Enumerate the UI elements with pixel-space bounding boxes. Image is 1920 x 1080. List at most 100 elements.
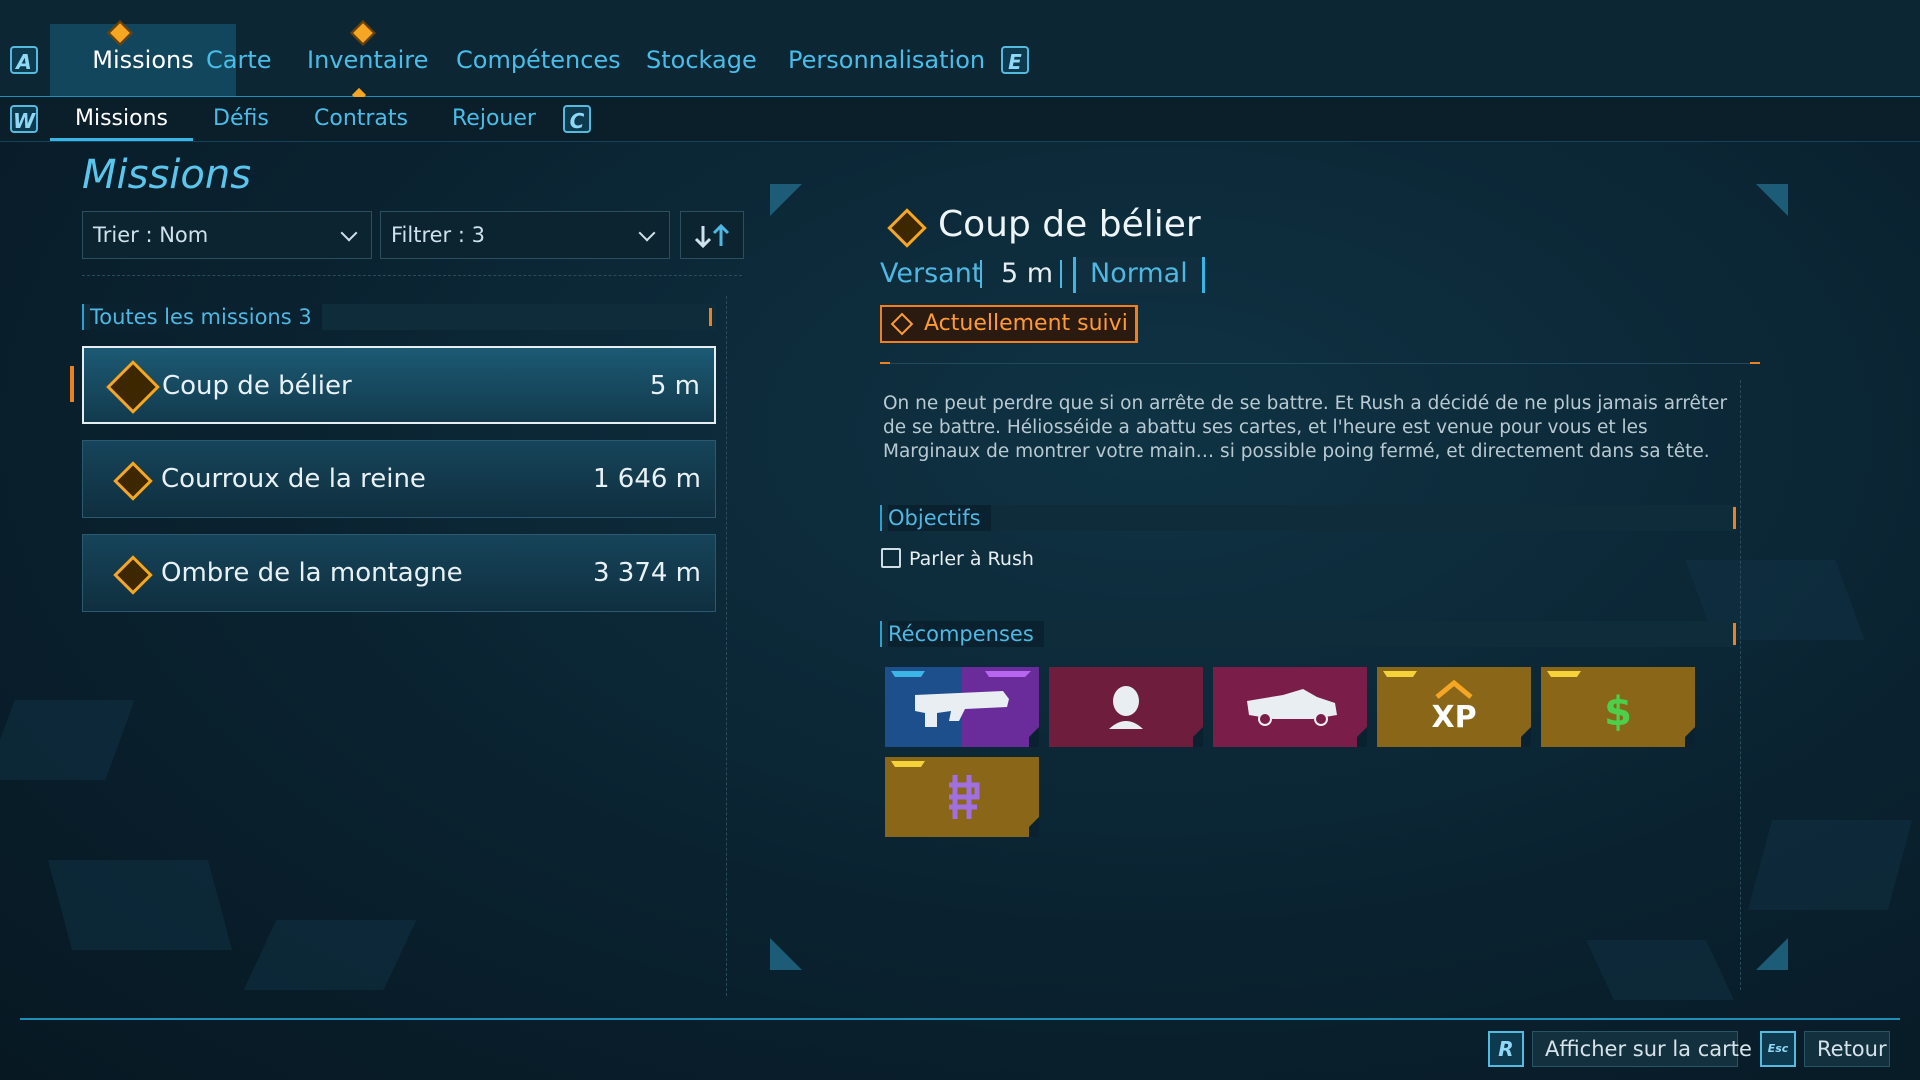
tab-carte[interactable]: Carte xyxy=(186,24,292,96)
eridium-icon xyxy=(891,761,1039,837)
subtab-label: Défis xyxy=(213,106,269,131)
top-navigation: A Missions Carte Inventaire Compétences … xyxy=(0,0,1920,103)
show-on-map-button[interactable]: Afficher sur la carte xyxy=(1532,1031,1752,1067)
collapse-marker xyxy=(709,308,712,326)
frame-corner xyxy=(1756,184,1788,216)
panel-title: Missions xyxy=(82,152,252,198)
collapse-marker xyxy=(1733,623,1736,645)
collapse-marker xyxy=(1733,507,1736,529)
background-shard xyxy=(1586,940,1734,1000)
subtab-label: Rejouer xyxy=(452,106,536,131)
frame-corner xyxy=(770,184,802,216)
xp-text: XP xyxy=(1431,700,1476,735)
objectives-header: Objectifs xyxy=(880,505,1736,531)
reward-character[interactable] xyxy=(1049,667,1203,747)
mission-distance: 3 374 m xyxy=(592,558,701,588)
cash-icon: $ xyxy=(1547,671,1695,747)
show-on-map-label: Afficher sur la carte xyxy=(1545,1037,1752,1061)
divider-marker xyxy=(1750,362,1760,364)
mission-distance: 5 m xyxy=(649,371,700,401)
next-subtab-key[interactable]: C xyxy=(563,105,591,133)
mission-type-icon xyxy=(887,208,927,248)
subtab-rejouer[interactable]: Rejouer xyxy=(427,97,561,141)
subtab-label: Missions xyxy=(75,106,168,131)
mission-title: Coup de bélier xyxy=(938,204,1201,245)
divider-marker xyxy=(880,362,890,364)
section-label: Toutes les missions 3 xyxy=(90,304,322,330)
objectives-label: Objectifs xyxy=(888,505,991,531)
mission-icon xyxy=(113,461,153,501)
mission-name: Coup de bélier xyxy=(162,371,352,401)
background-shard xyxy=(47,860,233,950)
prev-subtab-key[interactable]: W xyxy=(10,105,38,133)
tab-label: Compétences xyxy=(456,46,621,74)
separator xyxy=(1060,260,1062,288)
next-tab-key[interactable]: E xyxy=(1001,46,1029,74)
filter-label: Filtrer : 3 xyxy=(391,223,485,247)
tracked-badge: Actuellement suivi xyxy=(880,305,1138,343)
chevron-down-icon xyxy=(340,224,358,242)
tab-label: Missions xyxy=(92,46,194,74)
mission-icon xyxy=(106,360,160,414)
reward-eridium[interactable] xyxy=(885,757,1039,837)
mission-description: On ne peut perdre que si on arrête de se… xyxy=(883,393,1728,462)
subtab-missions[interactable]: Missions xyxy=(50,97,193,141)
xp-icon: XP xyxy=(1383,671,1531,747)
subtab-contrats[interactable]: Contrats xyxy=(289,97,433,141)
sort-dropdown[interactable]: Trier : Nom xyxy=(82,211,372,259)
smg-weapon-icon xyxy=(891,671,1039,747)
tracked-icon xyxy=(890,312,914,336)
mission-item[interactable]: Ombre de la montagne 3 374 m xyxy=(82,534,716,612)
chevron-down-icon xyxy=(638,224,656,242)
selection-indicator xyxy=(70,366,74,402)
tab-label: Carte xyxy=(206,46,272,74)
back-label: Retour xyxy=(1817,1037,1887,1061)
mission-distance: 1 646 m xyxy=(592,464,701,494)
mission-item[interactable]: Courroux de la reine 1 646 m xyxy=(82,440,716,518)
divider xyxy=(880,363,1760,364)
section-header: Toutes les missions 3 xyxy=(82,304,716,330)
character-head-icon xyxy=(1109,686,1203,747)
tracked-label: Actuellement suivi xyxy=(924,311,1128,336)
sort-order-button[interactable] xyxy=(680,211,744,259)
mission-region: Versant xyxy=(880,258,983,289)
objective-text: Parler à Rush xyxy=(909,548,1034,570)
frame-corner xyxy=(770,938,802,970)
tab-label: Stockage xyxy=(646,46,757,74)
objective-item: Parler à Rush xyxy=(881,548,1034,570)
reward-cash[interactable]: $ xyxy=(1541,667,1695,747)
scroll-track[interactable] xyxy=(726,296,728,996)
scroll-track[interactable] xyxy=(1740,380,1742,990)
tab-competences[interactable]: Compétences xyxy=(436,24,641,96)
divider xyxy=(82,275,742,277)
reward-weapon[interactable] xyxy=(885,667,1039,747)
difficulty-badge: Normal xyxy=(1073,257,1205,293)
subtab-defis[interactable]: Défis xyxy=(188,97,294,141)
tab-label: Personnalisation xyxy=(788,46,986,74)
background-shard xyxy=(0,700,135,780)
sub-navigation: W Missions Défis Contrats Rejouer C xyxy=(0,97,1920,142)
mission-name: Ombre de la montagne xyxy=(161,558,463,588)
sort-label: Trier : Nom xyxy=(93,223,209,247)
back-button[interactable]: Retour xyxy=(1804,1031,1890,1067)
mission-icon xyxy=(113,555,153,595)
rewards-header: Récompenses xyxy=(880,621,1736,647)
separator xyxy=(980,260,982,288)
reward-xp[interactable]: XP xyxy=(1377,667,1531,747)
footer-divider xyxy=(20,1018,1900,1020)
map-key[interactable]: R xyxy=(1488,1031,1524,1067)
frame-corner xyxy=(1756,938,1788,970)
tab-personnalisation[interactable]: Personnalisation xyxy=(768,24,1005,96)
reward-vehicle[interactable] xyxy=(1213,667,1367,747)
mission-distance: 5 m xyxy=(1001,258,1054,289)
tab-label: Inventaire xyxy=(307,46,429,74)
tab-stockage[interactable]: Stockage xyxy=(626,24,777,96)
background-shard xyxy=(243,920,417,990)
mission-name: Courroux de la reine xyxy=(161,464,426,494)
filter-dropdown[interactable]: Filtrer : 3 xyxy=(380,211,670,259)
mission-item[interactable]: Coup de bélier 5 m xyxy=(82,346,716,424)
checkbox-icon xyxy=(881,548,901,568)
vehicle-icon xyxy=(1247,689,1367,747)
escape-key[interactable]: Esc xyxy=(1760,1031,1796,1067)
prev-tab-key[interactable]: A xyxy=(10,46,38,74)
